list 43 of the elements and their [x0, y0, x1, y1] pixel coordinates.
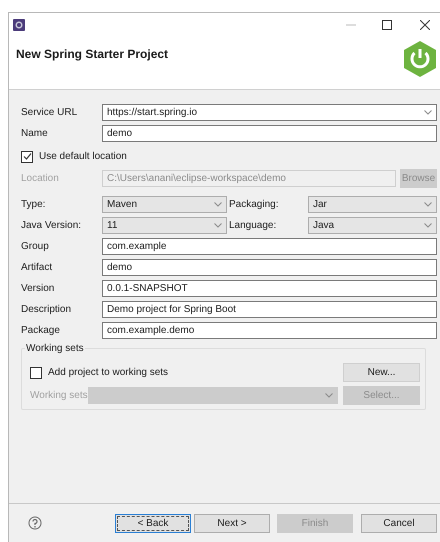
input-field[interactable]: demo — [102, 125, 437, 142]
dropdown[interactable]: Jar — [308, 196, 437, 213]
field-label: Language: — [228, 219, 278, 233]
caret-icon — [325, 393, 333, 398]
input-field[interactable]: 0.0.1-SNAPSHOT — [102, 280, 437, 297]
power-logo-icon — [403, 41, 437, 77]
field-label: Type: — [21, 198, 46, 212]
checkbox-label[interactable]: Use default location — [39, 149, 127, 164]
dialog-button[interactable]: Next > — [194, 514, 270, 532]
caret-icon — [214, 223, 222, 228]
dialog-button[interactable]: < Back — [115, 514, 191, 532]
dialog-button[interactable]: Cancel — [361, 514, 437, 532]
app-icon — [13, 19, 25, 31]
field-label: Java Version: — [21, 219, 82, 233]
dropdown[interactable]: Maven — [102, 196, 227, 213]
dropdown[interactable]: 11 — [102, 217, 227, 234]
dropdown[interactable]: Java — [308, 217, 437, 234]
close-icon[interactable] — [420, 20, 430, 30]
input-field[interactable]: demo — [102, 259, 437, 276]
field-label: Package — [21, 324, 61, 338]
field-label: Name — [21, 127, 49, 141]
group-title: Working sets — [25, 341, 85, 356]
input-field: C:\Users\anani\eclipse-workspace\demo — [102, 170, 396, 187]
input-field[interactable]: com.example — [102, 238, 437, 255]
input-field[interactable]: Demo project for Spring Boot — [102, 301, 437, 318]
caret-icon — [214, 202, 222, 207]
field-label: Group — [21, 240, 50, 254]
caret-icon — [424, 110, 432, 115]
caret-icon — [424, 202, 432, 207]
field-label: Working sets: — [30, 389, 88, 403]
dropdown[interactable]: https://start.spring.io — [102, 104, 437, 121]
dialog-title: New Spring Starter Project — [16, 46, 168, 63]
field-label: Service URL — [21, 106, 78, 120]
checked-checkbox[interactable] — [21, 150, 33, 162]
caret-icon — [424, 223, 432, 228]
maximize-icon[interactable] — [382, 20, 392, 30]
input-field[interactable]: com.example.demo — [102, 322, 437, 339]
field-label: Packaging: — [228, 198, 280, 212]
field-label: Description — [21, 303, 72, 317]
field-label: Version — [21, 282, 56, 296]
field-label: Location — [21, 172, 60, 186]
field-label: Artifact — [21, 261, 54, 275]
help-icon[interactable] — [28, 516, 42, 530]
